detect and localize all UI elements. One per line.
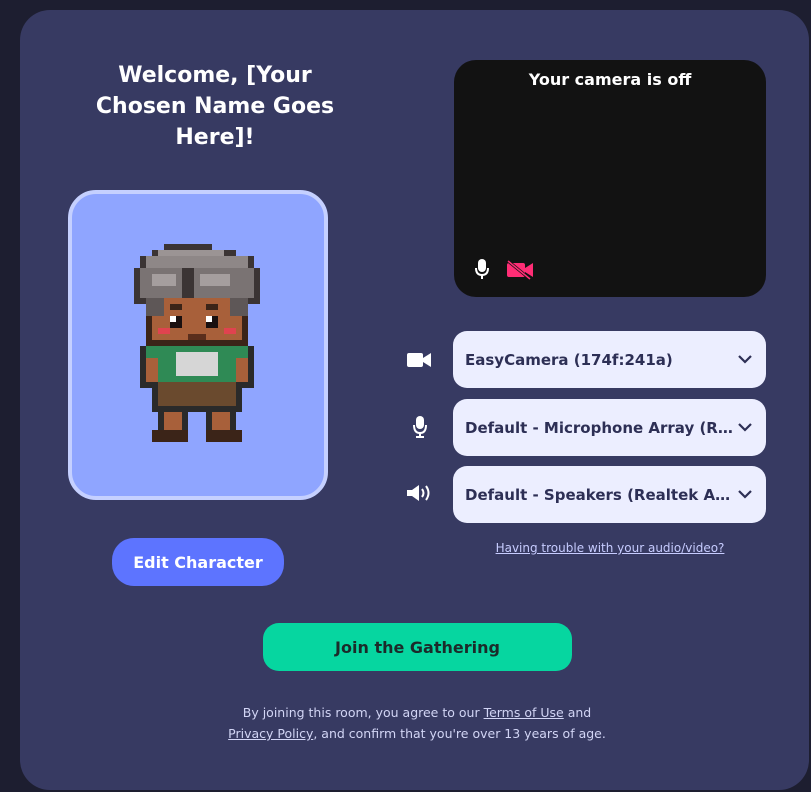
camera-off-icon[interactable] [506,260,534,280]
camera-off-message: Your camera is off [528,70,692,89]
microphone-select-value: Default - Microphone Array (Realtek) [465,418,738,437]
legal-suffix: , and confirm that you're over 13 years … [313,726,606,741]
chevron-down-icon [738,355,752,364]
camera-select[interactable]: EasyCamera (174f:241a) [453,331,766,388]
welcome-heading: Welcome, [Your Chosen Name Goes Here]! [95,63,335,150]
legal-notice: By joining this room, you agree to our T… [170,702,664,744]
chevron-down-icon [738,490,752,499]
microphone-icon[interactable] [474,258,490,280]
camera-select-value: EasyCamera (174f:241a) [465,350,673,369]
speaker-select-value: Default - Speakers (Realtek Audio) [465,485,738,504]
microphone-select[interactable]: Default - Microphone Array (Realtek) [453,399,766,456]
avatar-preview [68,190,328,500]
video-camera-icon [407,353,431,367]
microphone-icon [413,416,427,438]
speaker-icon [407,485,430,501]
privacy-policy-link[interactable]: Privacy Policy [228,726,313,741]
avatar-sprite [134,244,260,442]
chevron-down-icon [738,423,752,432]
speaker-select[interactable]: Default - Speakers (Realtek Audio) [453,466,766,523]
camera-preview: Your camera is off [454,60,766,297]
audio-video-help-link[interactable]: Having trouble with your audio/video? [454,541,766,555]
legal-middle: and [563,705,592,720]
join-panel: Welcome, [Your Chosen Name Goes Here]! E… [20,10,809,790]
legal-prefix: By joining this room, you agree to our [242,705,484,720]
edit-character-button[interactable]: Edit Character [112,538,284,586]
terms-of-use-link[interactable]: Terms of Use [484,705,564,720]
join-gathering-button[interactable]: Join the Gathering [263,623,572,671]
